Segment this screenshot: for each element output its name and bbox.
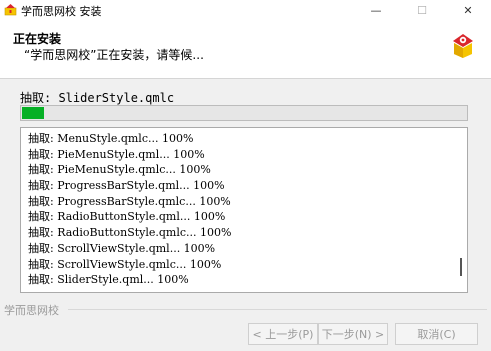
- page-subtitle: “学而思网校”正在安装，请等候...: [24, 48, 204, 62]
- close-icon: ✕: [463, 3, 473, 17]
- title-bar: 学而思网校 安装 — ☐ ✕: [0, 0, 491, 20]
- log-line: 抽取: PieMenuStyle.qml... 100%: [28, 147, 205, 161]
- page-title: 正在安装: [13, 32, 62, 46]
- next-button[interactable]: 下一步(N) >: [318, 323, 388, 345]
- brand-label: 学而思网校: [4, 304, 59, 317]
- header-panel: 正在安装 “学而思网校”正在安装，请等候...: [0, 20, 491, 79]
- log-line: 抽取: MenuStyle.qmlc... 100%: [28, 132, 194, 145]
- install-progress-bar: [20, 105, 468, 121]
- brand-footer: 学而思网校: [0, 302, 491, 317]
- window-title: 学而思网校 安装: [21, 5, 102, 18]
- maximize-icon: ☐: [417, 3, 427, 17]
- footer-divider: [68, 309, 487, 310]
- maximize-button[interactable]: ☐: [399, 0, 445, 20]
- minimize-button[interactable]: —: [353, 0, 399, 20]
- log-line: 抽取: ScrollViewStyle.qml... 100%: [28, 241, 216, 255]
- minimize-icon: —: [370, 3, 382, 17]
- close-button[interactable]: ✕: [445, 0, 491, 20]
- log-line: 抽取: RadioButtonStyle.qml... 100%: [28, 210, 226, 224]
- installer-app-icon: [4, 4, 17, 16]
- log-line: 抽取: RadioButtonStyle.qmlc... 100%: [28, 226, 232, 240]
- cancel-button[interactable]: 取消(C): [395, 323, 478, 345]
- back-button[interactable]: < 上一步(P): [248, 323, 318, 345]
- log-line: 抽取: ProgressBarStyle.qml... 100%: [28, 179, 225, 193]
- log-line: 抽取: ScrollViewStyle.qmlc... 100%: [28, 257, 222, 271]
- scrollbar-thumb[interactable]: [460, 258, 462, 276]
- log-line: 抽取: SliderStyle.qml... 100%: [28, 273, 189, 287]
- xueersi-logo-icon: [453, 34, 473, 58]
- log-line: 抽取: PieMenuStyle.qmlc... 100%: [28, 163, 211, 177]
- current-file-label: 抽取: SliderStyle.qmlc: [20, 91, 175, 105]
- install-log[interactable]: 抽取: MenuStyle.qmlc... 100% 抽取: PieMenuSty…: [20, 127, 468, 293]
- progress-fill: [22, 107, 44, 119]
- log-scrollbar[interactable]: [457, 130, 465, 290]
- log-line: 抽取: ProgressBarStyle.qmlc... 100%: [28, 194, 231, 208]
- log-list: 抽取: MenuStyle.qmlc... 100% 抽取: PieMenuSty…: [28, 131, 231, 288]
